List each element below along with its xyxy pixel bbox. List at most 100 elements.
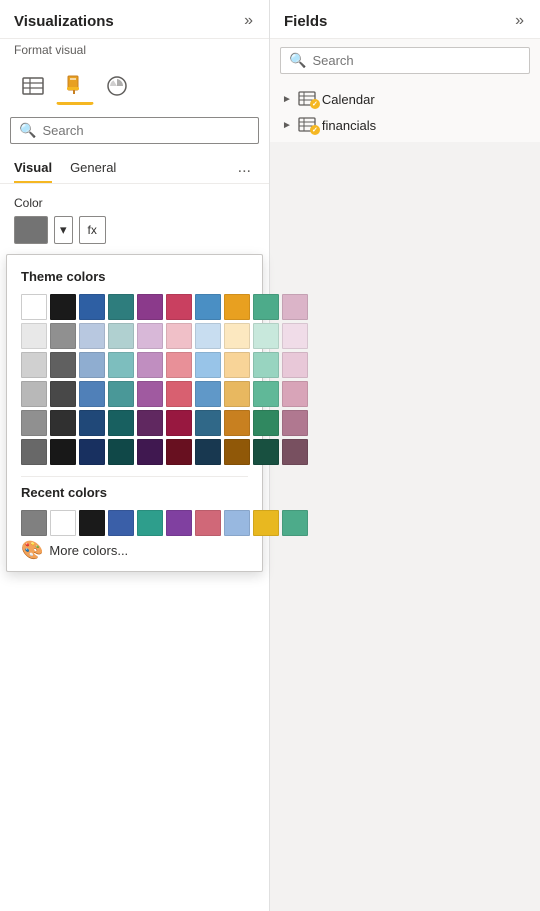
fx-button[interactable]: fx xyxy=(79,216,106,244)
recent-color-cell[interactable] xyxy=(108,510,134,536)
fields-title: Fields xyxy=(284,13,327,30)
color-cell[interactable] xyxy=(195,410,221,436)
color-cell[interactable] xyxy=(282,323,308,349)
color-dropdown-button[interactable]: ▾ xyxy=(54,216,73,244)
color-cell[interactable] xyxy=(224,352,250,378)
color-cell[interactable] xyxy=(166,294,192,320)
color-cell[interactable] xyxy=(282,352,308,378)
search-icon: 🔍 xyxy=(19,122,36,139)
color-cell[interactable] xyxy=(282,381,308,407)
tabs-more-button[interactable]: ... xyxy=(234,155,255,181)
color-cell[interactable] xyxy=(50,323,76,349)
color-cell[interactable] xyxy=(166,381,192,407)
color-cell[interactable] xyxy=(108,352,134,378)
color-cell[interactable] xyxy=(79,381,105,407)
color-cell[interactable] xyxy=(166,323,192,349)
color-cell[interactable] xyxy=(253,352,279,378)
recent-color-cell[interactable] xyxy=(195,510,221,536)
fields-search-input[interactable] xyxy=(312,53,521,68)
color-cell[interactable] xyxy=(166,352,192,378)
color-cell[interactable] xyxy=(195,381,221,407)
color-cell[interactable] xyxy=(166,439,192,465)
color-cell[interactable] xyxy=(224,323,250,349)
recent-color-cell[interactable] xyxy=(79,510,105,536)
current-color-swatch[interactable] xyxy=(14,216,48,244)
color-cell[interactable] xyxy=(282,410,308,436)
left-search-input[interactable] xyxy=(42,123,250,138)
color-cell[interactable] xyxy=(195,294,221,320)
recent-color-cell[interactable] xyxy=(137,510,163,536)
color-cell[interactable] xyxy=(79,294,105,320)
tab-visual[interactable]: Visual xyxy=(14,152,52,183)
fields-expand-button[interactable]: » xyxy=(511,10,528,32)
color-cell[interactable] xyxy=(253,381,279,407)
left-search-bar[interactable]: 🔍 xyxy=(10,117,259,144)
color-cell[interactable] xyxy=(21,381,47,407)
more-colors-row[interactable]: 🎨 More colors... xyxy=(21,540,248,561)
color-cell[interactable] xyxy=(253,439,279,465)
color-cell[interactable] xyxy=(224,381,250,407)
color-cell[interactable] xyxy=(137,294,163,320)
color-cell[interactable] xyxy=(50,381,76,407)
color-cell[interactable] xyxy=(108,439,134,465)
color-grid-row-2 xyxy=(21,323,248,349)
field-item-calendar[interactable]: ► ✓ Calendar xyxy=(276,86,534,112)
recent-color-cell[interactable] xyxy=(253,510,279,536)
color-grid-row-6 xyxy=(21,439,248,465)
color-cell[interactable] xyxy=(50,439,76,465)
recent-color-cell[interactable] xyxy=(282,510,308,536)
color-label: Color xyxy=(14,196,255,210)
recent-color-cell[interactable] xyxy=(166,510,192,536)
tab-general[interactable]: General xyxy=(70,152,116,183)
field-calendar-label: Calendar xyxy=(322,92,375,107)
color-cell[interactable] xyxy=(253,323,279,349)
color-cell[interactable] xyxy=(224,294,250,320)
color-cell[interactable] xyxy=(282,294,308,320)
color-cell[interactable] xyxy=(195,439,221,465)
field-item-financials[interactable]: ► ✓ financials xyxy=(276,112,534,138)
color-cell[interactable] xyxy=(108,410,134,436)
color-cell[interactable] xyxy=(137,381,163,407)
color-cell[interactable] xyxy=(21,323,47,349)
color-grid-row-5 xyxy=(21,410,248,436)
recent-color-cell[interactable] xyxy=(50,510,76,536)
color-cell[interactable] xyxy=(21,294,47,320)
divider xyxy=(21,476,248,477)
color-cell[interactable] xyxy=(79,323,105,349)
color-cell[interactable] xyxy=(137,410,163,436)
recent-color-cell[interactable] xyxy=(224,510,250,536)
color-cell[interactable] xyxy=(137,323,163,349)
color-cell[interactable] xyxy=(79,439,105,465)
color-cell[interactable] xyxy=(21,352,47,378)
analytics-icon-button[interactable] xyxy=(98,67,136,105)
color-cell[interactable] xyxy=(108,381,134,407)
color-cell[interactable] xyxy=(224,439,250,465)
color-cell[interactable] xyxy=(282,439,308,465)
color-cell[interactable] xyxy=(50,352,76,378)
color-cell[interactable] xyxy=(166,410,192,436)
color-cell[interactable] xyxy=(195,323,221,349)
color-cell[interactable] xyxy=(253,410,279,436)
panel-title: Visualizations xyxy=(14,13,114,30)
right-search-bar[interactable]: 🔍 xyxy=(280,47,530,74)
expand-collapse-button[interactable]: » xyxy=(240,10,257,32)
tabs-row: Visual General ... xyxy=(0,152,269,184)
color-cell[interactable] xyxy=(21,410,47,436)
color-cell[interactable] xyxy=(50,294,76,320)
fields-list: ► ✓ Calendar ► ✓ xyxy=(270,82,540,142)
color-cell[interactable] xyxy=(108,323,134,349)
table-icon-button[interactable] xyxy=(14,67,52,105)
color-cell[interactable] xyxy=(50,410,76,436)
recent-color-cell[interactable] xyxy=(21,510,47,536)
color-cell[interactable] xyxy=(21,439,47,465)
color-cell[interactable] xyxy=(137,352,163,378)
color-cell[interactable] xyxy=(108,294,134,320)
color-cell[interactable] xyxy=(253,294,279,320)
color-cell[interactable] xyxy=(79,352,105,378)
color-section: Color ▾ fx xyxy=(0,186,269,250)
color-cell[interactable] xyxy=(79,410,105,436)
color-cell[interactable] xyxy=(137,439,163,465)
color-cell[interactable] xyxy=(195,352,221,378)
color-cell[interactable] xyxy=(224,410,250,436)
format-icon-button[interactable] xyxy=(56,67,94,105)
